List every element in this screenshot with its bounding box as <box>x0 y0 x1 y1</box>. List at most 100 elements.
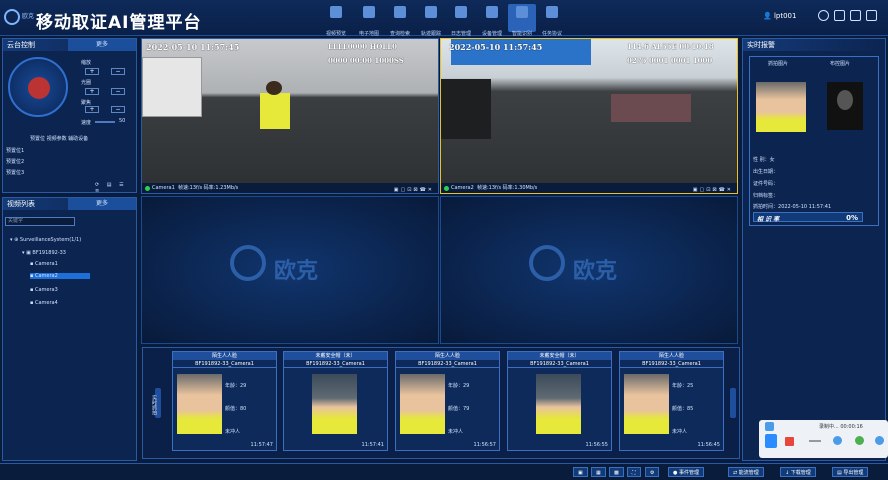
tree-camera-1[interactable]: ▪ Camera1 <box>30 261 90 267</box>
speed-slider[interactable] <box>95 121 115 123</box>
camera-icon[interactable] <box>855 436 864 445</box>
video-list-more-tab[interactable]: 更多 <box>68 198 136 210</box>
aperture-in-button[interactable]: + <box>85 88 99 95</box>
tree-root[interactable]: ▾ ⊕ SurveillanceSystem(1/1) <box>10 237 81 243</box>
camera-label: Camera3 <box>34 287 58 293</box>
tree-camera-2[interactable]: ▪ Camera2 <box>30 273 90 279</box>
capture-card[interactable]: 未戴安全帽（未） BF191892-33_Camera1 11:56:55 <box>507 351 612 451</box>
export-manage-button[interactable]: ▤ 导出管理 <box>832 467 869 477</box>
event-manage-button[interactable]: ● 事件管理 <box>668 467 704 477</box>
preset-1[interactable]: 预置位1 <box>6 147 24 154</box>
field-label: 性 别： <box>753 157 770 163</box>
user-menu[interactable]: 👤 lpt001 <box>763 12 796 20</box>
draw-icon[interactable] <box>875 436 884 445</box>
ptz-direction-pad[interactable] <box>8 57 68 117</box>
capture-tag: 未冲人 <box>448 429 464 435</box>
ptz-center-button[interactable] <box>28 77 50 99</box>
capture-source: BF191892-33_Camera1 <box>284 360 387 368</box>
theme-icon[interactable] <box>834 10 845 21</box>
preset-3[interactable]: 预置位3 <box>6 169 24 176</box>
exit-icon[interactable] <box>866 10 877 21</box>
similarity-bar: 相 识 率 0% <box>753 212 863 223</box>
nav-logs[interactable]: 日志管理 <box>447 4 475 37</box>
speed-value: 50 <box>119 118 126 124</box>
focus-out-button[interactable]: − <box>111 106 125 113</box>
stop-button[interactable] <box>785 437 794 446</box>
search-icon <box>394 6 406 18</box>
settings-button[interactable]: ⚙ <box>645 467 660 477</box>
settings-icon[interactable] <box>818 10 829 21</box>
video-toolbar-icons[interactable]: ▣▢⊡⊠☎✕ <box>394 185 434 193</box>
stream-manage-button[interactable]: ⇄ 能流管理 <box>728 467 764 477</box>
download-manage-button[interactable]: ↓ 下载管理 <box>780 467 816 477</box>
face-thumbnail <box>400 374 445 434</box>
aperture-out-button[interactable]: − <box>111 88 125 95</box>
camera-search-input[interactable]: 关键字 <box>5 217 75 226</box>
capture-source: BF191892-33_Camera1 <box>396 360 499 368</box>
ptz-more-tab[interactable]: 更多 <box>68 39 136 51</box>
top-bar: 欧克 移动取证AI管理平台 视频预览 电子地图 查询检索 轨迹跟踪 日志管理 设… <box>0 0 888 37</box>
device-icon <box>486 6 498 18</box>
focus-in-button[interactable]: + <box>85 106 99 113</box>
body-thumbnail <box>536 374 581 434</box>
zoom-in-button[interactable]: + <box>85 68 99 75</box>
video-status-bar: Camera2 帧速:13f/s 码率:1.30Mb/s ▣▢⊡⊠☎✕ <box>441 183 737 193</box>
capture-type: 陌生人人脸 <box>173 352 276 360</box>
body-thumbnail <box>312 374 357 434</box>
recorder-status: 录制中... 00:00:16 <box>819 424 863 430</box>
nav-video-preview[interactable]: 视频预览 <box>322 4 350 37</box>
speed-label: 速度 <box>81 120 92 126</box>
nav-search[interactable]: 查询检索 <box>386 4 414 37</box>
capture-image-label: 抓拍图片 <box>768 61 789 67</box>
watermark-logo-icon <box>529 245 565 281</box>
nav-map[interactable]: 电子地图 <box>355 4 383 37</box>
video-tile-empty-4[interactable]: 欧克 <box>440 196 738 344</box>
ptz-tabs[interactable]: 预置位 视频参数 辅助设备 <box>30 135 88 142</box>
watermark-text: 欧克 <box>274 259 319 284</box>
zoom-out-button[interactable]: − <box>111 68 125 75</box>
fullscreen-button[interactable]: ⛶ <box>627 467 641 477</box>
capture-card[interactable]: 未戴安全帽（未） BF191892-33_Camera1 11:57:41 <box>283 351 388 451</box>
video-tile-camera1[interactable]: 2022-05-10 11:57:45 LLLL0000 HOLL0 0000 … <box>141 38 439 194</box>
nav-ai-recognition[interactable]: 智能识别 <box>508 4 536 37</box>
log-icon <box>455 6 467 18</box>
capture-card[interactable]: 陌生人人脸 BF191892-33_Camera1 年龄：25 颜值：85 未冲… <box>619 351 724 451</box>
fullscreen-icon[interactable] <box>850 10 861 21</box>
zoom-label: 缩放 <box>81 60 92 66</box>
capture-age: 年龄：29 <box>225 383 247 389</box>
nav-devices[interactable]: 设备管理 <box>478 4 506 37</box>
tree-device[interactable]: ▾ ▣ BF191892-33 <box>22 250 66 256</box>
face-thumbnail <box>624 374 669 434</box>
capture-type: 未戴安全帽（未） <box>284 352 387 360</box>
camera-label: Camera1 <box>34 261 58 267</box>
layout-1-button[interactable]: ▣ <box>573 467 588 477</box>
alarm-match-image <box>827 82 863 130</box>
video-tile-empty-3[interactable]: 欧克 <box>141 196 439 344</box>
button-label: 下载管理 <box>790 470 811 476</box>
layout-4-button[interactable]: ▦ <box>591 467 606 477</box>
online-dot <box>145 186 150 191</box>
capture-card[interactable]: 陌生人人脸 BF191892-33_Camera1 年龄：29 颜值：79 未冲… <box>395 351 500 451</box>
video-tile-camera2[interactable]: 2022-05-10 11:57:45 114.6 AL55E 00:10:18… <box>440 38 738 194</box>
layout-9-button[interactable]: ▩ <box>609 467 624 477</box>
tree-device-label: BF191892-33 <box>32 250 66 256</box>
pen-icon[interactable] <box>833 436 842 445</box>
preset-tools[interactable]: ⟳ ▤ ☰ ≡ <box>95 182 136 194</box>
aperture-label: 光圈 <box>81 80 92 86</box>
strip-next-button[interactable] <box>730 388 736 418</box>
tree-camera-3[interactable]: ▪ Camera3 <box>30 287 90 293</box>
osd-top-right: LLLL0000 HOLL0 <box>328 42 398 51</box>
video-toolbar-icons[interactable]: ▣▢⊡⊠☎✕ <box>693 185 733 193</box>
pause-button[interactable] <box>765 434 777 448</box>
ai-icon <box>516 6 528 18</box>
capture-card[interactable]: 陌生人人脸 BF191892-33_Camera1 年龄：29 颜值：80 未冲… <box>172 351 277 451</box>
username: lpt001 <box>773 12 797 20</box>
tree-camera-4[interactable]: ▪ Camera4 <box>30 300 90 306</box>
person-placeholder-icon <box>837 90 853 110</box>
preset-2[interactable]: 预置位2 <box>6 158 24 165</box>
capture-sidetab[interactable]: 实时抓拍 <box>146 360 158 450</box>
nav-tasks[interactable]: 任务协议 <box>538 4 566 37</box>
nav-track[interactable]: 轨迹跟踪 <box>417 4 445 37</box>
stream-stats: 帧速:13f/s 码率:1.30Mb/s <box>477 185 538 191</box>
osd-timestamp: 2022-05-10 11:57:45 <box>449 42 543 52</box>
